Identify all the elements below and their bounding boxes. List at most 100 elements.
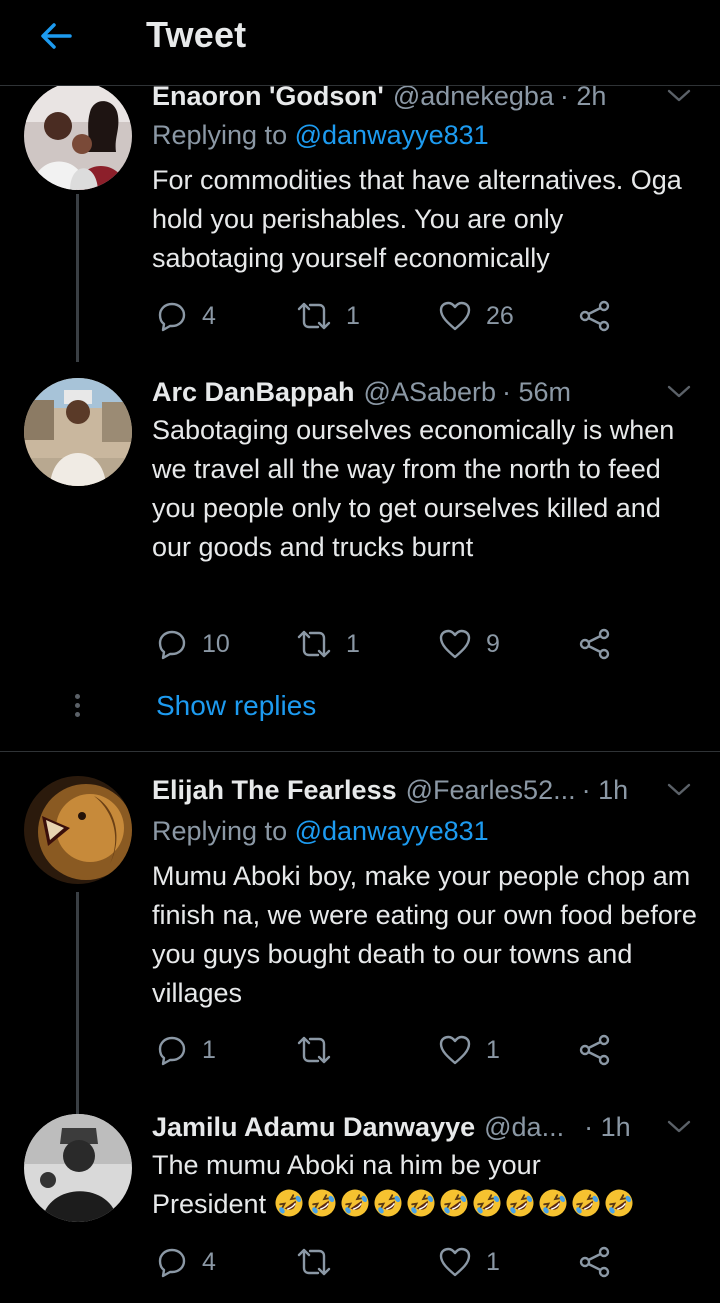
tweet-text-word: President [152, 1189, 267, 1219]
retweet-button[interactable] [296, 1242, 346, 1282]
replying-to: Replying to @danwayye831 [152, 816, 489, 847]
rolling-on-floor-laughing-emoji [374, 1189, 402, 1217]
like-button[interactable]: 26 [438, 296, 514, 336]
retweet-icon [297, 1036, 331, 1064]
thread-line [76, 892, 79, 1114]
display-name[interactable]: Arc DanBappah [152, 377, 355, 408]
user-handle[interactable]: @ASaberb [364, 377, 496, 408]
mention-link[interactable]: @danwayye831 [295, 120, 489, 150]
retweet-count: 1 [346, 629, 360, 658]
rolling-on-floor-laughing-emoji [473, 1189, 501, 1217]
user-handle[interactable]: @da... [484, 1112, 564, 1143]
chevron-down-icon[interactable] [666, 378, 692, 404]
share-button[interactable] [578, 1030, 612, 1070]
reply-icon [158, 1036, 186, 1066]
mention-link[interactable]: @danwayye831 [295, 816, 489, 846]
avatar[interactable] [24, 776, 132, 884]
chevron-down-icon[interactable] [666, 1113, 692, 1139]
tweet-actions: 10 1 9 [152, 624, 672, 664]
reply-button[interactable]: 4 [156, 1242, 216, 1282]
tweet-item[interactable]: Elijah The Fearless @Fearles52... · 1h R… [0, 752, 720, 1114]
reply-icon [158, 302, 186, 332]
rolling-on-floor-laughing-emoji [440, 1189, 468, 1217]
tweet-text-line: President [152, 1185, 702, 1224]
back-button[interactable] [36, 16, 76, 56]
like-button[interactable]: 1 [438, 1242, 500, 1282]
avatar[interactable] [24, 1114, 132, 1222]
tweet-text: Sabotaging ourselves economically is whe… [152, 415, 675, 562]
reply-count: 4 [202, 301, 216, 330]
rolling-on-floor-laughing-emoji [572, 1189, 600, 1217]
replying-to: Replying to @danwayye831 [152, 120, 489, 151]
back-arrow-icon [41, 23, 72, 49]
rolling-on-floor-laughing-emoji [407, 1189, 435, 1217]
show-replies-link[interactable]: Show replies [156, 690, 316, 722]
timestamp[interactable]: · 1h [584, 1112, 631, 1143]
like-count: 9 [486, 629, 500, 658]
app-header: Tweet [0, 0, 720, 86]
reply-count: 4 [202, 1247, 216, 1276]
tweet-header: Arc DanBappah @ASaberb · 56m [152, 374, 571, 410]
tweet-text: The mumu Aboki na him be your President [152, 1146, 702, 1224]
like-count: 26 [486, 301, 514, 330]
reply-count: 1 [202, 1035, 216, 1064]
tweet-item[interactable]: Jamilu Adamu Danwayye @da... · 1h The mu… [0, 1090, 720, 1303]
tweet-item[interactable]: Arc DanBappah @ASaberb · 56m Sabotaging … [0, 360, 720, 752]
share-button[interactable] [578, 624, 612, 664]
tweet-text: Mumu Aboki boy, make your people chop am… [152, 861, 697, 1008]
reply-button[interactable]: 1 [156, 1030, 216, 1070]
retweet-count: 1 [346, 301, 360, 330]
heart-icon [439, 1035, 471, 1065]
rolling-on-floor-laughing-emoji [605, 1189, 633, 1217]
reply-count: 10 [202, 629, 230, 658]
share-icon [579, 628, 610, 660]
replying-prefix: Replying to [152, 120, 288, 150]
tweet-text: For commodities that have alternatives. … [152, 165, 682, 273]
reply-button[interactable]: 4 [156, 296, 216, 336]
avatar[interactable] [24, 82, 132, 190]
chevron-down-icon[interactable] [666, 776, 692, 802]
rolling-on-floor-laughing-emoji [341, 1189, 369, 1217]
share-icon [579, 1246, 610, 1278]
thread-line [76, 194, 79, 362]
share-icon [579, 1034, 610, 1066]
user-handle[interactable]: @Fearles52... [406, 775, 576, 806]
tweet-actions: 4 1 [152, 1242, 672, 1282]
timestamp[interactable]: · 1h [582, 775, 629, 806]
replying-prefix: Replying to [152, 816, 288, 846]
heart-icon [439, 629, 471, 659]
share-icon [579, 300, 610, 332]
retweet-button[interactable]: 1 [296, 624, 360, 664]
rolling-on-floor-laughing-emoji [308, 1189, 336, 1217]
display-name[interactable]: Elijah The Fearless [152, 775, 397, 806]
tweet-header: Elijah The Fearless @Fearles52... · 1h [152, 772, 628, 808]
retweet-button[interactable]: 1 [296, 296, 360, 336]
rolling-on-floor-laughing-emoji [275, 1189, 303, 1217]
like-button[interactable]: 9 [438, 624, 500, 664]
tweet-header: Jamilu Adamu Danwayye @da... · 1h [152, 1109, 631, 1145]
heart-icon [439, 1247, 471, 1277]
rolling-on-floor-laughing-emoji [506, 1189, 534, 1217]
emoji-row [274, 1189, 637, 1219]
tweet-text-line: The mumu Aboki na him be your [152, 1150, 541, 1180]
like-count: 1 [486, 1247, 500, 1276]
like-button[interactable]: 1 [438, 1030, 500, 1070]
more-replies-dots [74, 694, 82, 721]
page-title: Tweet [146, 14, 247, 55]
reply-icon [158, 1248, 186, 1278]
like-count: 1 [486, 1035, 500, 1064]
avatar[interactable] [24, 378, 132, 486]
display-name[interactable]: Jamilu Adamu Danwayye [152, 1112, 475, 1143]
reply-icon [158, 630, 186, 660]
timestamp[interactable]: · 56m [502, 377, 571, 408]
tweet-actions: 4 1 26 [152, 296, 672, 336]
share-button[interactable] [578, 1242, 612, 1282]
retweet-button[interactable] [296, 1030, 346, 1070]
reply-button[interactable]: 10 [156, 624, 230, 664]
rolling-on-floor-laughing-emoji [539, 1189, 567, 1217]
heart-icon [439, 301, 471, 331]
share-button[interactable] [578, 296, 612, 336]
retweet-icon [297, 630, 331, 658]
tweet-actions: 1 1 [152, 1030, 672, 1070]
retweet-icon [297, 302, 331, 330]
